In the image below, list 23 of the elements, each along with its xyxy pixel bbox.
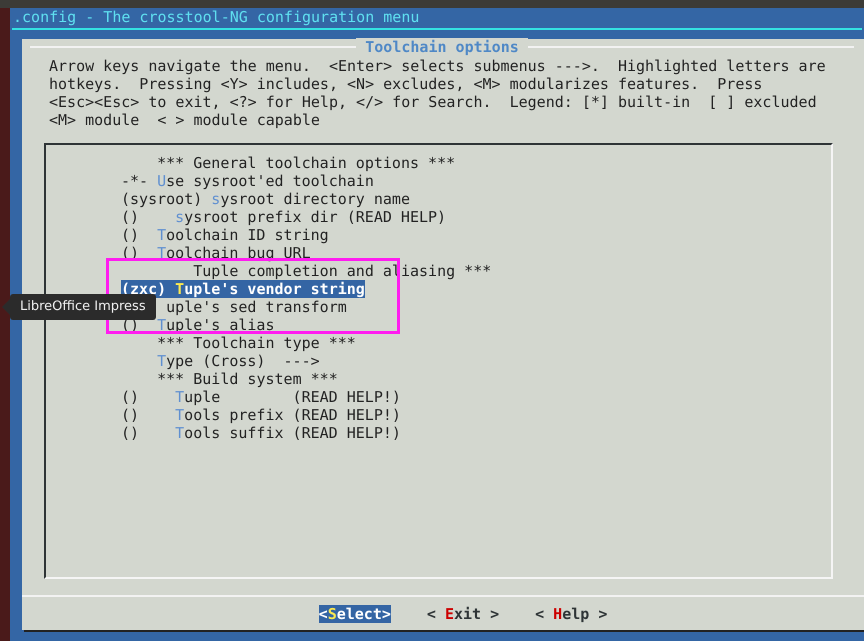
- help-text: <M> module < > module capable: [49, 111, 321, 129]
- menu-item[interactable]: () Tools prefix (READ HELP!): [121, 406, 401, 424]
- menu-item[interactable]: () Toolchain ID string: [121, 226, 329, 244]
- terminal-title: .config - The crosstool-NG configuration menu: [12, 8, 420, 26]
- help-text: Arrow keys navigate the menu. <Enter> selects submenus --->. Highlighted letters are: [49, 57, 827, 75]
- menu-item[interactable]: -*- Use sysroot'ed toolchain: [121, 172, 374, 190]
- menu-item[interactable]: uple's sed transform: [166, 298, 347, 316]
- tooltip: LibreOffice Impress: [10, 294, 156, 320]
- menu-item[interactable]: (sysroot) sysroot directory name: [121, 190, 410, 208]
- section-heading: *** General toolchain options ***: [157, 154, 456, 172]
- section-heading: *** Build system ***: [157, 370, 338, 388]
- menu-item[interactable]: Type (Cross) --->: [121, 352, 320, 370]
- section-heading: *** Toolchain type ***: [157, 334, 356, 352]
- menu-item[interactable]: () sysroot prefix dir (READ HELP): [121, 208, 446, 226]
- help-text: <Esc><Esc> to exit, <?> for Help, </> for Search. Legend: [*] built-in [ ] excluded: [49, 93, 818, 111]
- help-text: hotkeys. Pressing <Y> includes, <N> excludes, <M> modularizes features. Press: [49, 75, 764, 93]
- menu-item[interactable]: () Tuple (READ HELP!): [121, 388, 401, 406]
- dialog-button[interactable]: < Help >: [535, 605, 608, 623]
- menu-item[interactable]: (zxc) Tuple's vendor string: [121, 280, 365, 298]
- dialog-button[interactable]: < Exit >: [426, 605, 500, 623]
- dialog-title: Toolchain options: [356, 38, 528, 56]
- dialog-button[interactable]: <Select>: [318, 605, 391, 623]
- menu-item[interactable]: () Tools suffix (READ HELP!): [121, 424, 401, 442]
